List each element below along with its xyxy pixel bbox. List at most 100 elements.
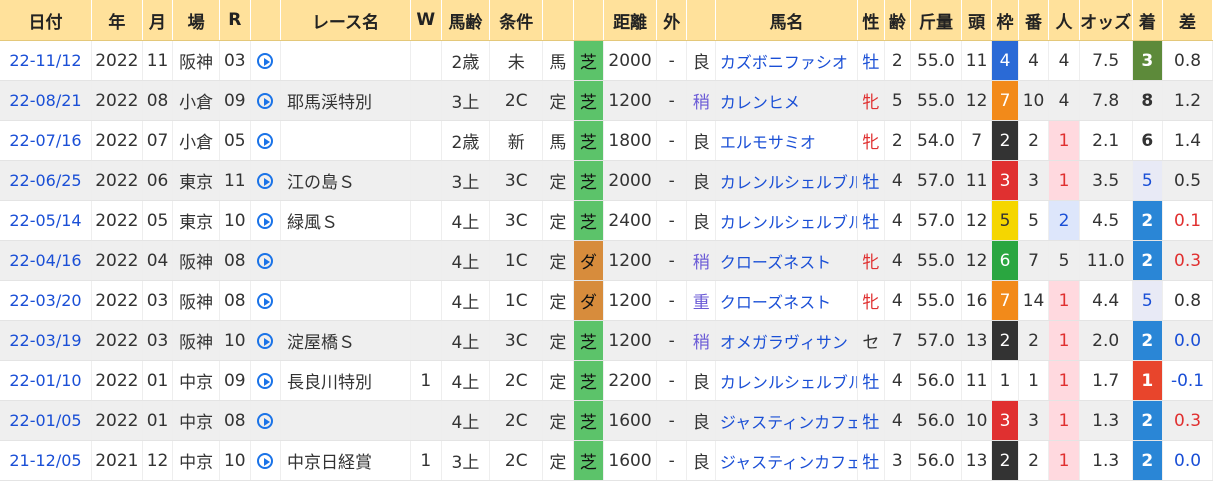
cell-race-name: 耶馬渓特別 (280, 80, 412, 121)
cell-horse-name[interactable]: カズボニファシオ (715, 40, 859, 81)
play-icon[interactable] (257, 132, 274, 149)
cell-outer: - (656, 240, 688, 281)
cell-finish: 6 (1132, 120, 1164, 161)
play-icon[interactable] (257, 332, 274, 349)
cell-going: 稍 (686, 240, 716, 281)
cell-margin: 0.0 (1162, 440, 1213, 481)
cell-horse-name[interactable]: ジャスティンカフェ (715, 400, 859, 441)
cell-horse-name[interactable]: カレンヒメ (715, 80, 859, 121)
cell-date[interactable]: 22-03/19 (0, 320, 92, 361)
col-odds[interactable]: オッズ (1079, 0, 1133, 41)
col-month[interactable]: 月 (142, 0, 174, 41)
cell-horse-name[interactable]: クローズネスト (715, 280, 859, 321)
cell-margin: 0.5 (1162, 160, 1213, 201)
cell-date[interactable]: 22-08/21 (0, 80, 92, 121)
cell-video[interactable] (250, 240, 281, 281)
col-weight[interactable]: 斤量 (910, 0, 962, 41)
cell-sex: 牝 (857, 120, 885, 161)
cell-video[interactable] (250, 360, 281, 401)
col-heads[interactable]: 頭 (961, 0, 993, 41)
cell-video[interactable] (250, 440, 281, 481)
cell-video[interactable] (250, 40, 281, 81)
cell-horse-name[interactable]: ジャスティンカフェ (715, 440, 859, 481)
cell-video[interactable] (250, 160, 281, 201)
cell-video[interactable] (250, 120, 281, 161)
play-icon[interactable] (257, 52, 274, 69)
play-icon[interactable] (257, 292, 274, 309)
col-number[interactable]: 番 (1018, 0, 1050, 41)
cell-date[interactable]: 22-06/25 (0, 160, 92, 201)
cell-kind: 馬 (542, 40, 574, 81)
col-w[interactable]: W (410, 0, 442, 41)
cell-heads: 16 (961, 280, 993, 321)
col-age[interactable]: 齢 (884, 0, 912, 41)
play-icon[interactable] (257, 252, 274, 269)
play-icon[interactable] (257, 372, 274, 389)
col-year[interactable]: 年 (91, 0, 143, 41)
cell-video[interactable] (250, 320, 281, 361)
play-icon[interactable] (257, 212, 274, 229)
cell-popularity: 1 (1048, 440, 1080, 481)
cell-date[interactable]: 22-01/10 (0, 360, 92, 401)
col-outer[interactable]: 外 (656, 0, 688, 41)
cell-age-cond: 3上 (441, 160, 491, 201)
col-horse-age-cond[interactable]: 馬齢 (441, 0, 491, 41)
cell-distance: 2000 (603, 160, 657, 201)
cell-odds: 1.7 (1079, 360, 1133, 401)
cell-date[interactable]: 22-01/05 (0, 400, 92, 441)
cell-odds: 4.5 (1079, 200, 1133, 241)
cell-horse-name[interactable]: オメガラヴィサン (715, 320, 859, 361)
cell-class: 3C (489, 160, 544, 201)
cell-popularity: 4 (1048, 40, 1080, 81)
cell-video[interactable] (250, 80, 281, 121)
cell-race-name (280, 40, 412, 81)
col-condition[interactable]: 条件 (489, 0, 544, 41)
play-icon[interactable] (257, 92, 274, 109)
cell-date[interactable]: 22-04/16 (0, 240, 92, 281)
cell-year: 2022 (91, 360, 143, 401)
race-results-table: 日付 年 月 場 R レース名 W 馬齢 条件 距離 外 馬名 性 齢 斤量 頭… (0, 0, 1213, 481)
cell-year: 2022 (91, 120, 143, 161)
cell-horse-name[interactable]: カレンルシェルブル (715, 160, 859, 201)
cell-date[interactable]: 22-03/20 (0, 280, 92, 321)
cell-age: 4 (884, 240, 912, 281)
play-icon[interactable] (257, 172, 274, 189)
play-icon[interactable] (257, 412, 274, 429)
cell-horse-name[interactable]: エルモサミオ (715, 120, 859, 161)
cell-sex: 牝 (857, 240, 885, 281)
cell-surface: 芝 (573, 40, 605, 81)
cell-race-name: 緑風Ｓ (280, 200, 412, 241)
col-margin[interactable]: 差 (1162, 0, 1213, 41)
cell-video[interactable] (250, 400, 281, 441)
play-icon[interactable] (257, 452, 274, 469)
cell-horse-name[interactable]: カレンルシェルブル (715, 200, 859, 241)
cell-video[interactable] (250, 200, 281, 241)
cell-date[interactable]: 22-07/16 (0, 120, 92, 161)
cell-race-number: 05 (219, 120, 251, 161)
col-horse-name[interactable]: 馬名 (715, 0, 859, 41)
col-date[interactable]: 日付 (0, 0, 92, 41)
cell-horse-name[interactable]: カレンルシェルブル (715, 360, 859, 401)
cell-age-cond: 3上 (441, 80, 491, 121)
cell-waku: 2 (991, 320, 1019, 361)
cell-heads: 10 (961, 400, 993, 441)
col-distance[interactable]: 距離 (603, 0, 657, 41)
cell-date[interactable]: 22-11/12 (0, 40, 92, 81)
cell-margin: 1.4 (1162, 120, 1213, 161)
cell-date[interactable]: 22-05/14 (0, 200, 92, 241)
col-place[interactable]: 場 (172, 0, 221, 41)
cell-distance: 1800 (603, 120, 657, 161)
cell-race-number: 09 (219, 80, 251, 121)
cell-heads: 12 (961, 200, 993, 241)
cell-sex: 牝 (857, 280, 885, 321)
cell-date[interactable]: 21-12/05 (0, 440, 92, 481)
col-sex[interactable]: 性 (857, 0, 885, 41)
col-waku[interactable]: 枠 (991, 0, 1019, 41)
col-finish[interactable]: 着 (1132, 0, 1164, 41)
cell-video[interactable] (250, 280, 281, 321)
col-race-number[interactable]: R (219, 0, 251, 41)
cell-horse-name[interactable]: クローズネスト (715, 240, 859, 281)
col-race-name[interactable]: レース名 (280, 0, 412, 41)
col-popularity[interactable]: 人 (1048, 0, 1080, 41)
cell-weight: 56.0 (910, 360, 962, 401)
